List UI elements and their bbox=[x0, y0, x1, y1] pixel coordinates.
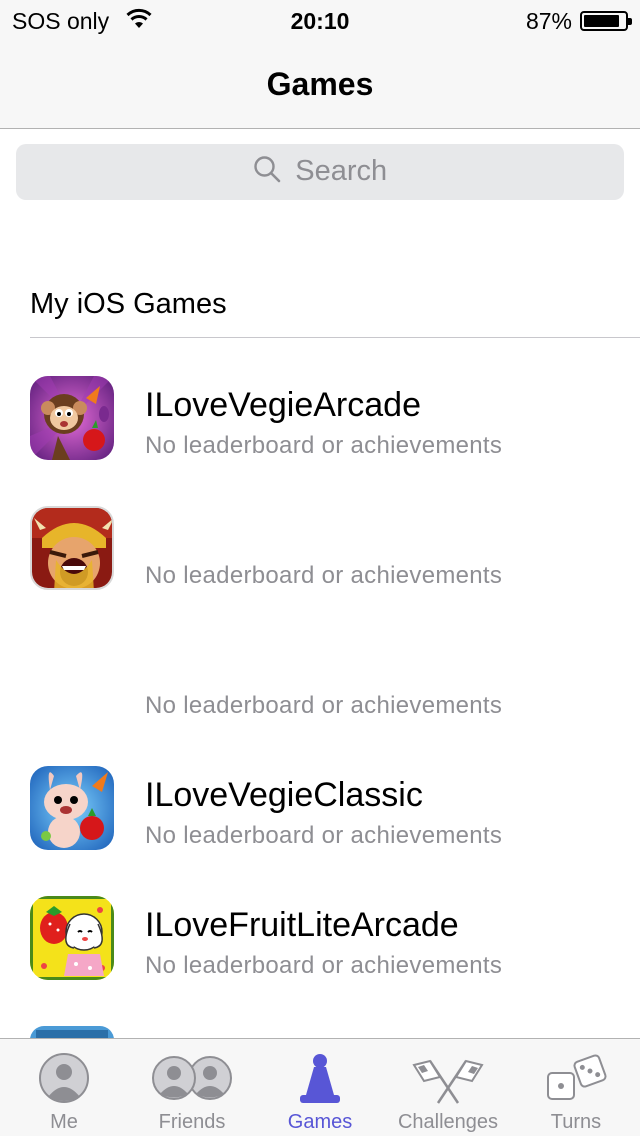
battery-percent: 87% bbox=[525, 8, 572, 34]
tab-label: Me bbox=[50, 1111, 78, 1133]
tab-me[interactable]: Me bbox=[0, 1039, 128, 1136]
section-header: My iOS Games bbox=[30, 288, 227, 320]
monkey-vegetable-icon bbox=[30, 376, 114, 460]
status-bar: SOS only 20:10 87% bbox=[0, 0, 640, 40]
list-item[interactable]: ILoveVegieArcade No leaderboard or achie… bbox=[0, 376, 640, 506]
person-icon bbox=[0, 1051, 128, 1105]
tab-label: Challenges bbox=[397, 1111, 499, 1133]
game-subtitle: No leaderboard or achievements bbox=[145, 822, 503, 849]
dice-icon bbox=[512, 1051, 640, 1105]
game-subtitle: No leaderboard or achievements bbox=[145, 952, 503, 979]
tab-games[interactable]: Games bbox=[256, 1039, 384, 1136]
game-piece-icon bbox=[256, 1051, 384, 1105]
list-item[interactable]: ILoveVegieClassic No leaderboard or achi… bbox=[0, 766, 640, 896]
crossed-flags-icon bbox=[384, 1051, 512, 1105]
battery-fill bbox=[584, 15, 619, 27]
list-item[interactable]: No leaderboard or achievements bbox=[0, 636, 640, 766]
tab-label: Games bbox=[287, 1111, 353, 1133]
game-subtitle: No leaderboard or achievements bbox=[145, 692, 503, 719]
list-item[interactable]: ILoveFruitLiteArcade No leaderboard or a… bbox=[0, 896, 640, 1026]
search-input[interactable]: Search bbox=[16, 144, 624, 200]
tab-label: Turns bbox=[550, 1111, 602, 1133]
list-item[interactable]: No leaderboard or achievements bbox=[0, 506, 640, 636]
search-placeholder: Search bbox=[295, 155, 388, 187]
strawberry-character-icon bbox=[30, 896, 114, 980]
tab-bar: Me Friends Games Challenges Turns bbox=[0, 1038, 640, 1136]
barbarian-icon bbox=[30, 506, 114, 590]
battery-icon bbox=[580, 11, 632, 31]
tab-turns[interactable]: Turns bbox=[512, 1039, 640, 1136]
game-title: ILoveFruitLiteArcade bbox=[145, 906, 459, 944]
game-title: ILoveVegieArcade bbox=[145, 386, 421, 424]
search-icon bbox=[253, 155, 281, 188]
tab-label: Friends bbox=[158, 1111, 226, 1133]
game-subtitle: No leaderboard or achievements bbox=[145, 432, 503, 459]
page-title: Games bbox=[266, 66, 374, 102]
bunny-vegetable-icon bbox=[30, 766, 114, 850]
people-icon bbox=[128, 1051, 256, 1105]
section-divider bbox=[30, 337, 640, 338]
tab-challenges[interactable]: Challenges bbox=[384, 1039, 512, 1136]
game-title: ILoveVegieClassic bbox=[145, 776, 423, 814]
game-subtitle: No leaderboard or achievements bbox=[145, 562, 503, 589]
tab-friends[interactable]: Friends bbox=[128, 1039, 256, 1136]
navigation-bar: Games bbox=[0, 40, 640, 129]
